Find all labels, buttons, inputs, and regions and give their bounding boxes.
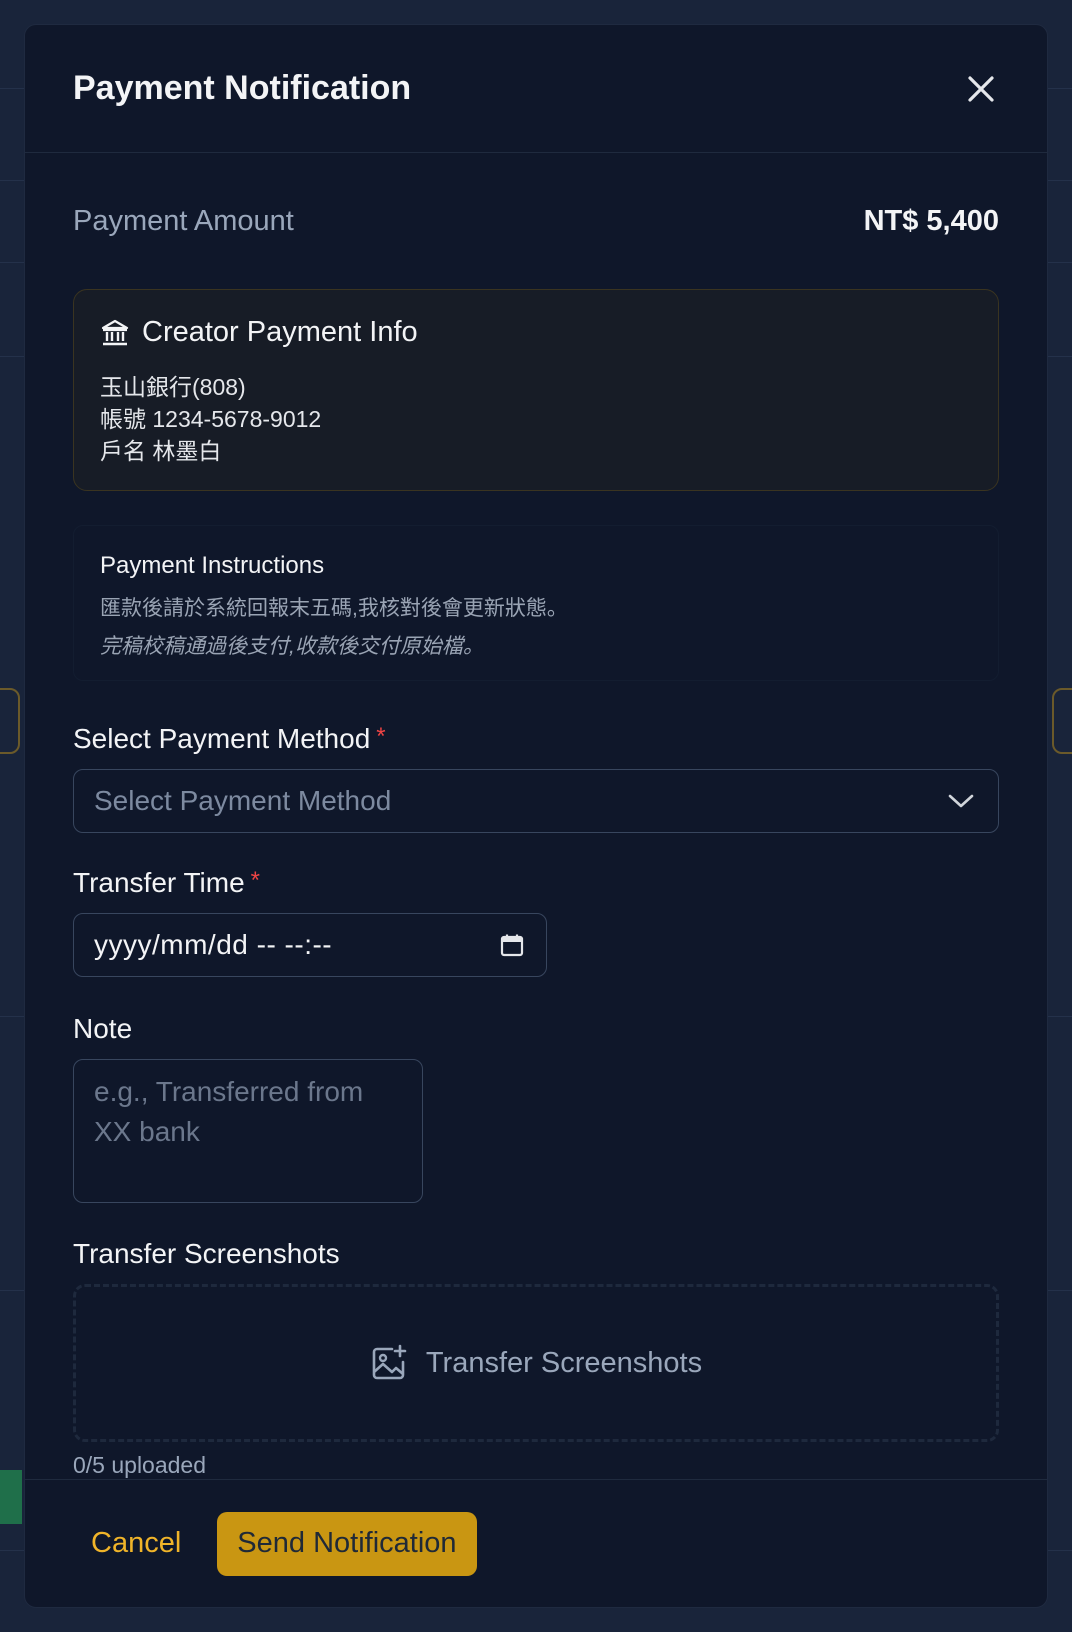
note-field: Note xyxy=(73,1013,999,1208)
transfer-screenshots-label: Transfer Screenshots xyxy=(73,1238,340,1269)
modal-header: Payment Notification xyxy=(25,25,1047,153)
instructions-line-1: 匯款後請於系統回報末五碼,我核對後會更新狀態。 xyxy=(100,597,568,620)
required-mark: * xyxy=(250,867,261,894)
transfer-time-placeholder: yyyy/mm/dd -- --:-- xyxy=(94,929,333,960)
instructions-line-2: 完稿校稿通過後支付,收款後交付原始檔。 xyxy=(100,635,484,658)
chevron-down-icon xyxy=(948,794,974,808)
payment-notification-modal: Payment Notification Payment Amount NT$ … xyxy=(24,24,1048,1608)
payment-method-select[interactable]: Select Payment Method xyxy=(73,769,999,833)
send-notification-button[interactable]: Send Notification xyxy=(217,1511,477,1576)
modal-title: Payment Notification xyxy=(73,69,412,107)
payment-method-placeholder: Select Payment Method xyxy=(94,785,392,816)
calendar-icon[interactable] xyxy=(500,933,524,957)
transfer-time-label: Transfer Time * xyxy=(73,867,999,899)
payment-amount-label: Payment Amount xyxy=(73,204,294,237)
transfer-time-field: Transfer Time * yyyy/mm/dd -- --:-- xyxy=(73,867,999,977)
payment-amount-value: NT$ 5,400 xyxy=(863,204,999,237)
modal-footer: Cancel Send Notification xyxy=(25,1479,1047,1607)
account-number: 帳號 1234-5678-9012 xyxy=(100,406,322,432)
screenshot-dropzone[interactable]: Transfer Screenshots xyxy=(73,1284,999,1442)
required-mark: * xyxy=(376,723,386,750)
payment-method-label: Select Payment Method * xyxy=(73,723,999,755)
transfer-time-input[interactable]: yyyy/mm/dd -- --:-- xyxy=(73,913,547,977)
creator-payment-info-card: Creator Payment Info 玉山銀行(808) 帳號 1234-5… xyxy=(73,289,999,491)
upload-count: 0/5 uploaded xyxy=(73,1452,207,1478)
payment-instructions-title: Payment Instructions xyxy=(100,552,325,579)
cancel-button[interactable]: Cancel xyxy=(73,1527,199,1560)
close-button[interactable] xyxy=(961,69,1001,109)
note-textarea[interactable] xyxy=(73,1059,423,1203)
payment-instructions: Payment Instructions 匯款後請於系統回報末五碼,我核對後會更… xyxy=(73,525,999,681)
dropzone-text: Transfer Screenshots xyxy=(425,1346,703,1379)
transfer-screenshots-field: Transfer Screenshots Transfer Screenshot… xyxy=(73,1238,999,1479)
bank-icon xyxy=(101,319,129,345)
close-icon xyxy=(968,75,994,102)
modal-body: Payment Amount NT$ 5,400 Creator Payment… xyxy=(25,153,1047,1479)
bank-name: 玉山銀行(808) xyxy=(100,374,246,400)
creator-payment-info-title: Creator Payment Info xyxy=(142,316,418,348)
note-label: Note xyxy=(73,1013,133,1044)
payment-amount-row: Payment Amount NT$ 5,400 xyxy=(73,153,999,289)
payment-method-field: Select Payment Method * Select Payment M… xyxy=(73,723,999,833)
transfer-time-label-text: Transfer Time xyxy=(73,867,245,898)
account-holder: 戶名 林墨白 xyxy=(100,438,222,464)
payment-method-label-text: Select Payment Method xyxy=(73,723,371,754)
image-plus-icon xyxy=(372,1344,407,1380)
